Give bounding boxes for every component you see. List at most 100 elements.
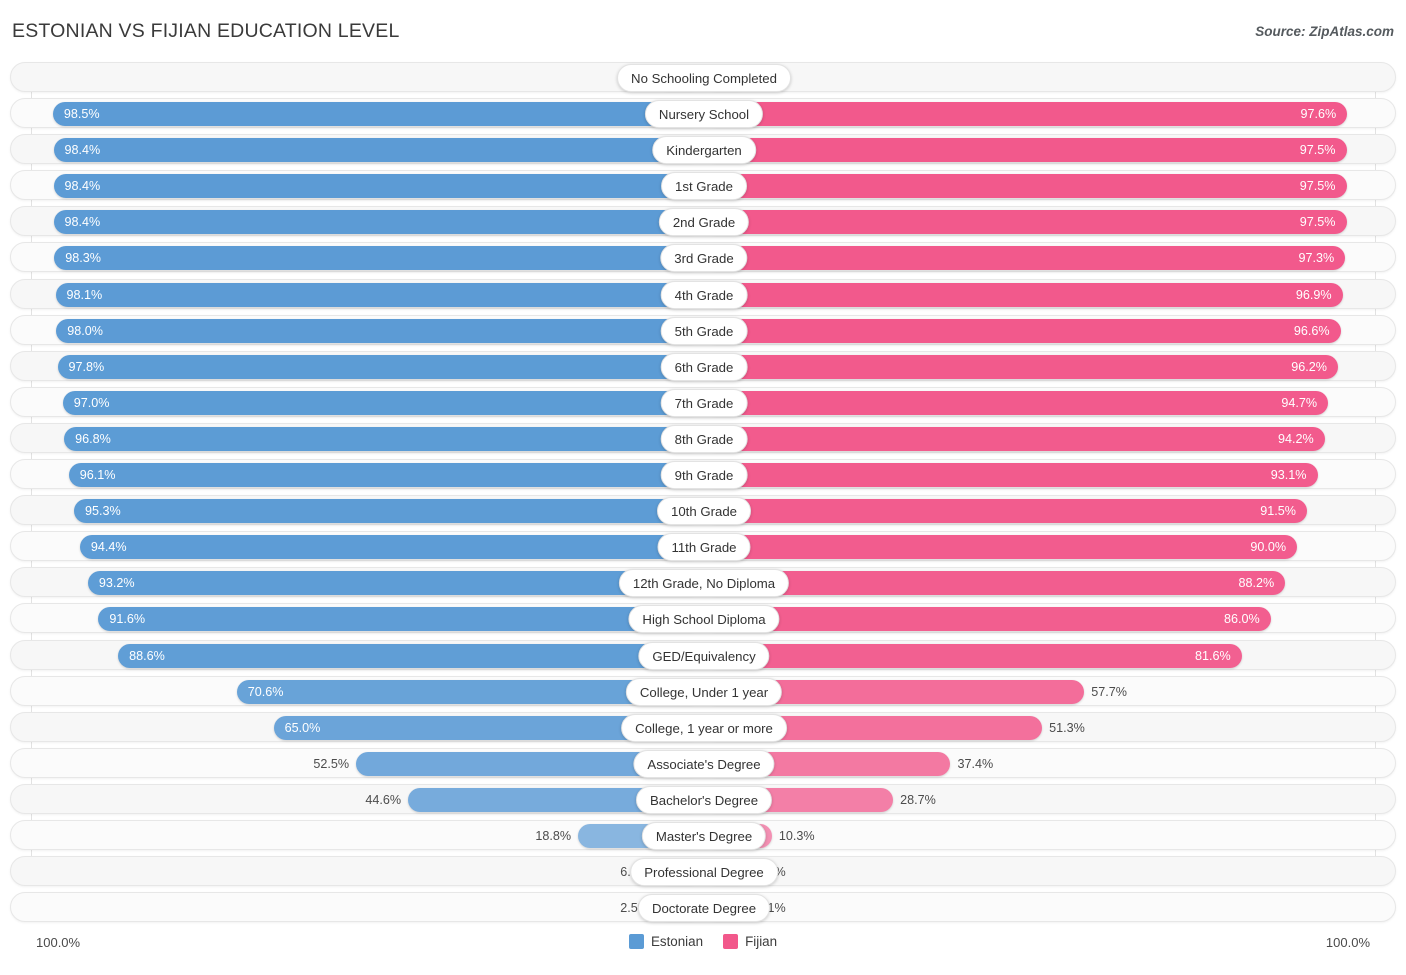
bar-value-fijian: 51.3% (1049, 720, 1085, 735)
chart-legend: Estonian Fijian (0, 934, 1406, 949)
bar-value-fijian: 81.6% (1195, 648, 1231, 663)
table-row[interactable]: 98.4% 97.5% 2nd Grade (10, 206, 1396, 237)
table-row[interactable]: 1.6%2.5%No Schooling Completed (10, 62, 1396, 92)
bar-value-estonian: 97.8% (68, 359, 105, 374)
bar-value-estonian: 95.3% (84, 504, 121, 519)
table-row[interactable]: 96.1% 93.1% 9th Grade (10, 459, 1396, 490)
bar-estonian: 96.1% (68, 463, 702, 488)
category-label: Doctorate Degree (637, 894, 771, 923)
legend-item[interactable]: Estonian (628, 934, 703, 949)
bar-value-estonian: 96.8% (75, 431, 111, 446)
category-label: 7th Grade (660, 388, 748, 417)
category-label: College, 1 year or more (621, 713, 787, 742)
table-row[interactable]: 6.0%2.9%Professional Degree (10, 856, 1396, 887)
table-row[interactable]: 18.8% 10.3% Master's Degree (10, 819, 1396, 850)
bar-value-fijian: 94.2% (1278, 431, 1314, 446)
table-row[interactable]: 98.4% 97.5% Kindergarten (10, 134, 1396, 165)
table-row[interactable]: 44.6% 28.7% Bachelor's Degree (10, 783, 1396, 814)
category-label: 1st Grade (661, 172, 747, 201)
bar-estonian: 98.0% (56, 318, 702, 343)
table-row[interactable]: 97.0% 94.7% 7th Grade (10, 386, 1396, 417)
bar-value-fijian: 37.4% (957, 756, 994, 771)
bar-fijian: 96.6% (704, 318, 1341, 343)
chart-page: ESTONIAN VS FIJIAN EDUCATION LEVEL Sourc… (0, 0, 1406, 975)
bar-estonian: 94.4% (79, 535, 702, 560)
bar-value-fijian: 96.2% (1291, 359, 1327, 374)
table-row[interactable]: 96.8% 94.2% 8th Grade (10, 422, 1396, 453)
category-label: 4th Grade (660, 280, 748, 309)
bar-value-estonian: 93.2% (98, 576, 135, 591)
table-row[interactable]: 93.2% 88.2% 12th Grade, No Diploma (10, 567, 1396, 598)
source-attribution: Source: ZipAtlas.com (1255, 24, 1394, 39)
bar-value-fijian: 10.3% (778, 828, 815, 843)
bar-fijian: 97.5% (704, 174, 1347, 199)
category-label: Bachelor's Degree (635, 785, 773, 814)
bar-value-fijian: 94.7% (1281, 395, 1318, 410)
bar-value-estonian: 97.0% (73, 395, 110, 410)
bar-fijian: 97.6% (704, 102, 1348, 127)
table-row[interactable]: 70.6% 57.7% College, Under 1 year (10, 675, 1396, 706)
bar-value-estonian: 52.5% (313, 756, 350, 771)
bar-value-estonian: 98.4% (64, 215, 101, 230)
bar-fijian: 96.2% (704, 354, 1338, 379)
bar-estonian: 96.8% (64, 426, 702, 451)
bar-value-fijian: 93.1% (1270, 468, 1307, 483)
bar-estonian: 98.4% (53, 210, 702, 235)
chart-plot-area: 1.6%2.5%No Schooling Completed 98.5% 97.6%… (0, 62, 1406, 937)
bar-value-estonian: 70.6% (247, 684, 284, 699)
category-label: High School Diploma (628, 605, 780, 634)
bar-value-fijian: 88.2% (1238, 576, 1275, 591)
bar-value-fijian: 91.5% (1260, 504, 1296, 519)
table-row[interactable]: 97.8% 96.2% 6th Grade (10, 350, 1396, 381)
bar-fijian: 97.5% (704, 210, 1347, 235)
bar-fijian: 96.9% (704, 282, 1343, 307)
bar-value-fijian: 97.5% (1299, 179, 1336, 194)
table-row[interactable]: 98.4% 97.5% 1st Grade (10, 170, 1396, 201)
bar-estonian: 91.6% (98, 607, 702, 632)
table-row[interactable]: 2.5% 1.1% Doctorate Degree (10, 892, 1396, 923)
table-row[interactable]: 95.3% 91.5% 10th Grade (10, 495, 1396, 526)
bar-value-estonian: 98.3% (65, 251, 101, 266)
table-row[interactable]: 98.5% 97.6% Nursery School (10, 98, 1396, 129)
category-label: 3rd Grade (660, 244, 748, 273)
category-label: 10th Grade (657, 497, 751, 526)
category-label: 12th Grade, No Diploma (618, 569, 790, 598)
category-label: Master's Degree (641, 821, 767, 850)
bar-value-estonian: 98.4% (64, 143, 101, 158)
category-label: No Schooling Completed (617, 64, 791, 92)
bar-value-estonian: 44.6% (365, 792, 402, 807)
legend-swatch-icon (628, 934, 644, 949)
legend-item[interactable]: Fijian (723, 934, 777, 949)
bar-value-fijian: 97.5% (1299, 215, 1336, 230)
table-row[interactable]: 98.3% 97.3% 3rd Grade (10, 242, 1396, 273)
bar-estonian: 98.5% (52, 102, 702, 127)
bar-value-fijian: 86.0% (1224, 612, 1260, 627)
bar-estonian: 95.3% (73, 499, 702, 524)
bar-value-estonian: 88.6% (129, 648, 165, 663)
bar-value-estonian: 98.4% (64, 179, 101, 194)
bar-value-estonian: 18.8% (535, 828, 572, 843)
bar-value-fijian: 57.7% (1091, 684, 1127, 699)
bar-fijian: 90.0% (704, 535, 1298, 560)
bar-value-estonian: 98.0% (67, 323, 103, 338)
bar-estonian: 93.2% (87, 571, 702, 596)
table-row[interactable]: 98.0% 96.6% 5th Grade (10, 314, 1396, 345)
bar-fijian: 97.3% (704, 246, 1346, 271)
chart-header: ESTONIAN VS FIJIAN EDUCATION LEVEL Sourc… (0, 0, 1406, 62)
bar-value-estonian: 91.6% (109, 612, 146, 627)
bar-fijian: 81.6% (704, 643, 1242, 668)
bar-value-fijian: 28.7% (900, 792, 936, 807)
category-label: Kindergarten (652, 136, 756, 165)
bar-value-fijian: 97.3% (1298, 251, 1335, 266)
bar-value-estonian: 65.0% (284, 720, 321, 735)
bar-value-fijian: 90.0% (1250, 540, 1287, 555)
table-row[interactable]: 94.4% 90.0% 11th Grade (10, 531, 1396, 562)
table-row[interactable]: 98.1% 96.9% 4th Grade (10, 278, 1396, 309)
bar-estonian: 98.3% (54, 246, 702, 271)
bar-value-fijian: 97.6% (1300, 107, 1337, 122)
table-row[interactable]: 88.6% 81.6% GED/Equivalency (10, 639, 1396, 670)
bar-estonian: 98.4% (53, 174, 702, 199)
table-row[interactable]: 91.6% 86.0% High School Diploma (10, 603, 1396, 634)
table-row[interactable]: 65.0% 51.3% College, 1 year or more (10, 711, 1396, 742)
table-row[interactable]: 52.5% 37.4% Associate's Degree (10, 747, 1396, 778)
